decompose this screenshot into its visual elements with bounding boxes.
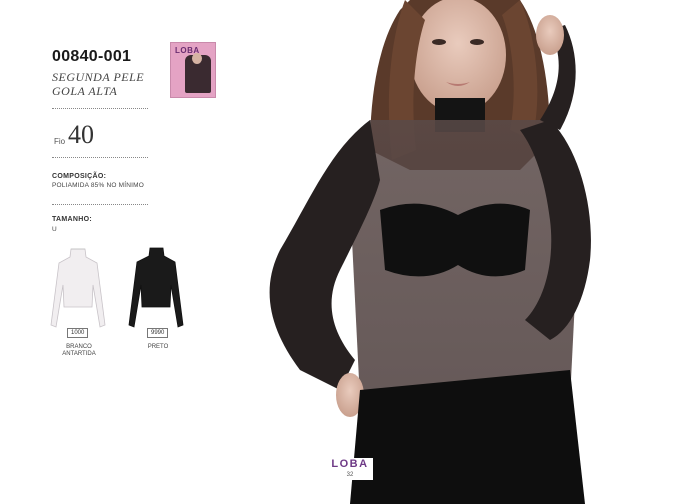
swatch-name-line-1: BRANCO [66,344,92,350]
package-photo-face [192,53,202,64]
fio-label: Fio [54,137,66,146]
fio-value: 40 [68,120,94,149]
size-value: U [52,226,57,233]
product-name: SEGUNDA PELE GOLA ALTA [52,70,144,98]
model-photo [220,0,700,504]
composition-title: COMPOSIÇÃO: [52,173,107,180]
model-illustration [269,0,591,504]
page-number: 32 [346,472,354,478]
garment-white-icon [50,248,106,328]
package-thumbnail: LOBA [170,42,216,98]
garment-black-icon [128,247,184,328]
product-name-line-1: SEGUNDA PELE [52,70,145,84]
swatch-code: 1000 [67,328,89,338]
swatch-preto: 9990 [123,245,193,338]
divider [52,157,148,158]
product-name-line-2: GOLA ALTA [52,84,118,98]
swatch-name: BRANCO ANTARTIDA [49,344,109,358]
composition-value: POLIAMIDA 85% NO MÍNIMO [52,182,145,189]
divider [52,204,148,205]
brand-logo: LOBA [331,458,369,470]
swatch-branco: 1000 [45,245,115,338]
product-code: 00840-001 [52,48,132,65]
footer-logo: LOBA 32 [327,458,373,480]
swatch-name-line-1: PRETO [147,344,169,350]
swatch-name-line-2: ANTARTIDA [62,351,96,357]
swatch-name: PRETO [128,344,188,351]
swatch-code: 9990 [147,328,169,338]
size-title: TAMANHO: [52,216,92,223]
catalog-page: 00840-001 SEGUNDA PELE GOLA ALTA Fio 40 … [0,0,700,504]
divider [52,108,148,109]
